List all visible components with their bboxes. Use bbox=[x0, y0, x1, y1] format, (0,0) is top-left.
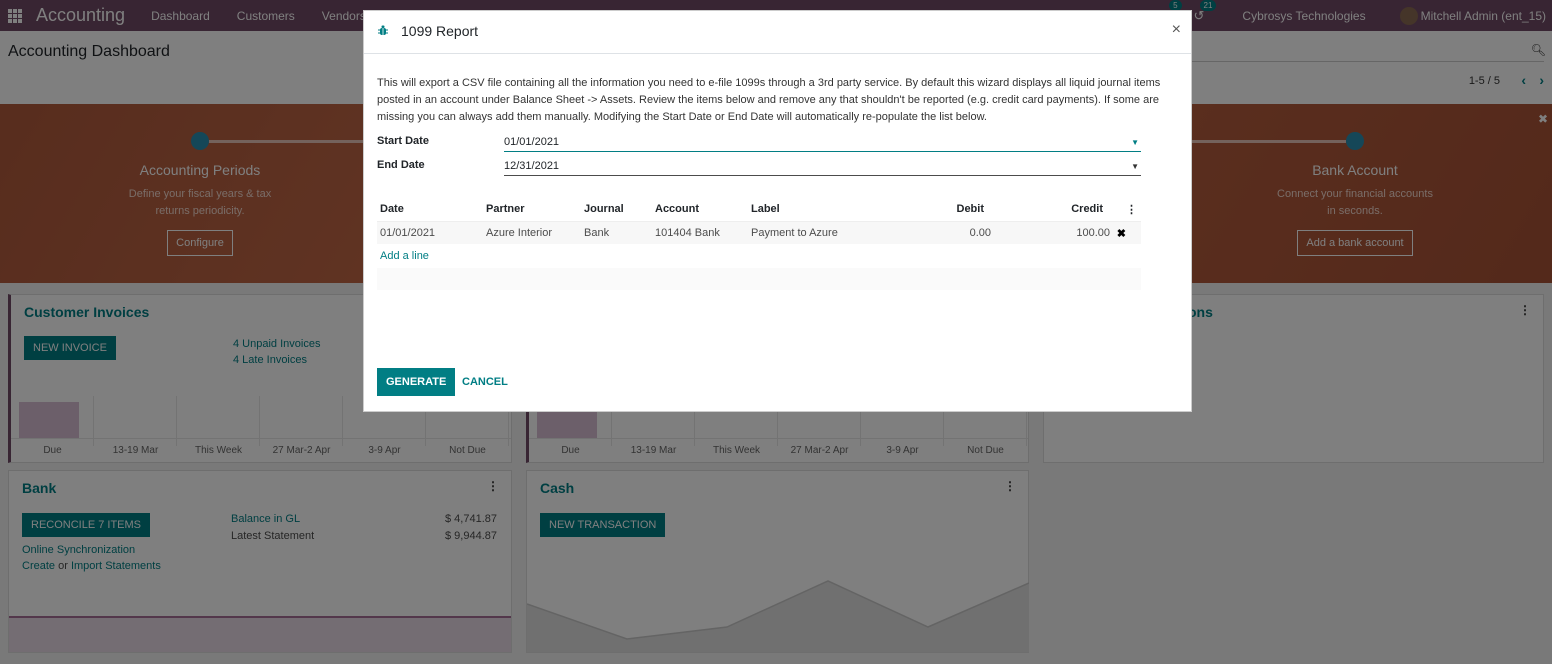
modal-header: 1099 Report × bbox=[364, 11, 1191, 54]
start-date-label: Start Date bbox=[377, 135, 429, 147]
journal-items-table: Date Partner Journal Account Label Debit… bbox=[377, 198, 1141, 290]
end-date-label: End Date bbox=[377, 159, 425, 171]
col-credit[interactable]: Credit bbox=[1071, 203, 1103, 215]
add-line-link[interactable]: Add a line bbox=[380, 250, 429, 262]
col-label[interactable]: Label bbox=[751, 203, 780, 215]
col-journal[interactable]: Journal bbox=[584, 203, 624, 215]
col-date[interactable]: Date bbox=[380, 203, 404, 215]
wizard-description: This will export a CSV file containing a… bbox=[377, 77, 1161, 123]
generate-button[interactable]: GENERATE bbox=[377, 368, 456, 396]
cell-account: 101404 Bank bbox=[655, 227, 720, 239]
table-row[interactable]: 01/01/2021 Azure Interior Bank 101404 Ba… bbox=[377, 222, 1141, 244]
col-account[interactable]: Account bbox=[655, 203, 699, 215]
report-1099-dialog: 1099 Report × This will export a CSV fil… bbox=[363, 10, 1192, 412]
start-date-value: 01/01/2021 bbox=[504, 136, 560, 148]
caret-down-icon[interactable]: ▼ bbox=[1131, 138, 1139, 147]
cell-debit: 0.00 bbox=[969, 227, 991, 239]
table-header: Date Partner Journal Account Label Debit… bbox=[377, 198, 1141, 222]
cell-credit: 100.00 bbox=[1076, 227, 1110, 239]
bug-icon bbox=[378, 25, 388, 35]
cell-partner: Azure Interior bbox=[486, 227, 553, 239]
delete-row-icon[interactable]: ✖ bbox=[1117, 227, 1126, 240]
optional-columns-icon[interactable]: ⋮ bbox=[1126, 203, 1137, 216]
caret-down-icon[interactable]: ▼ bbox=[1131, 162, 1139, 171]
cell-journal: Bank bbox=[584, 227, 610, 239]
modal-title: 1099 Report bbox=[401, 23, 479, 39]
end-date-value: 12/31/2021 bbox=[504, 160, 560, 172]
cell-date: 01/01/2021 bbox=[380, 227, 436, 239]
col-partner[interactable]: Partner bbox=[486, 203, 525, 215]
end-date-field[interactable]: 12/31/2021 ▼ bbox=[504, 158, 1141, 176]
cell-label: Payment to Azure bbox=[751, 227, 838, 239]
col-debit[interactable]: Debit bbox=[957, 203, 985, 215]
cancel-button[interactable]: CANCEL bbox=[462, 376, 508, 388]
start-date-field[interactable]: 01/01/2021 ▼ bbox=[504, 134, 1141, 152]
table-empty-row bbox=[377, 268, 1141, 290]
close-icon[interactable]: × bbox=[1172, 21, 1181, 39]
